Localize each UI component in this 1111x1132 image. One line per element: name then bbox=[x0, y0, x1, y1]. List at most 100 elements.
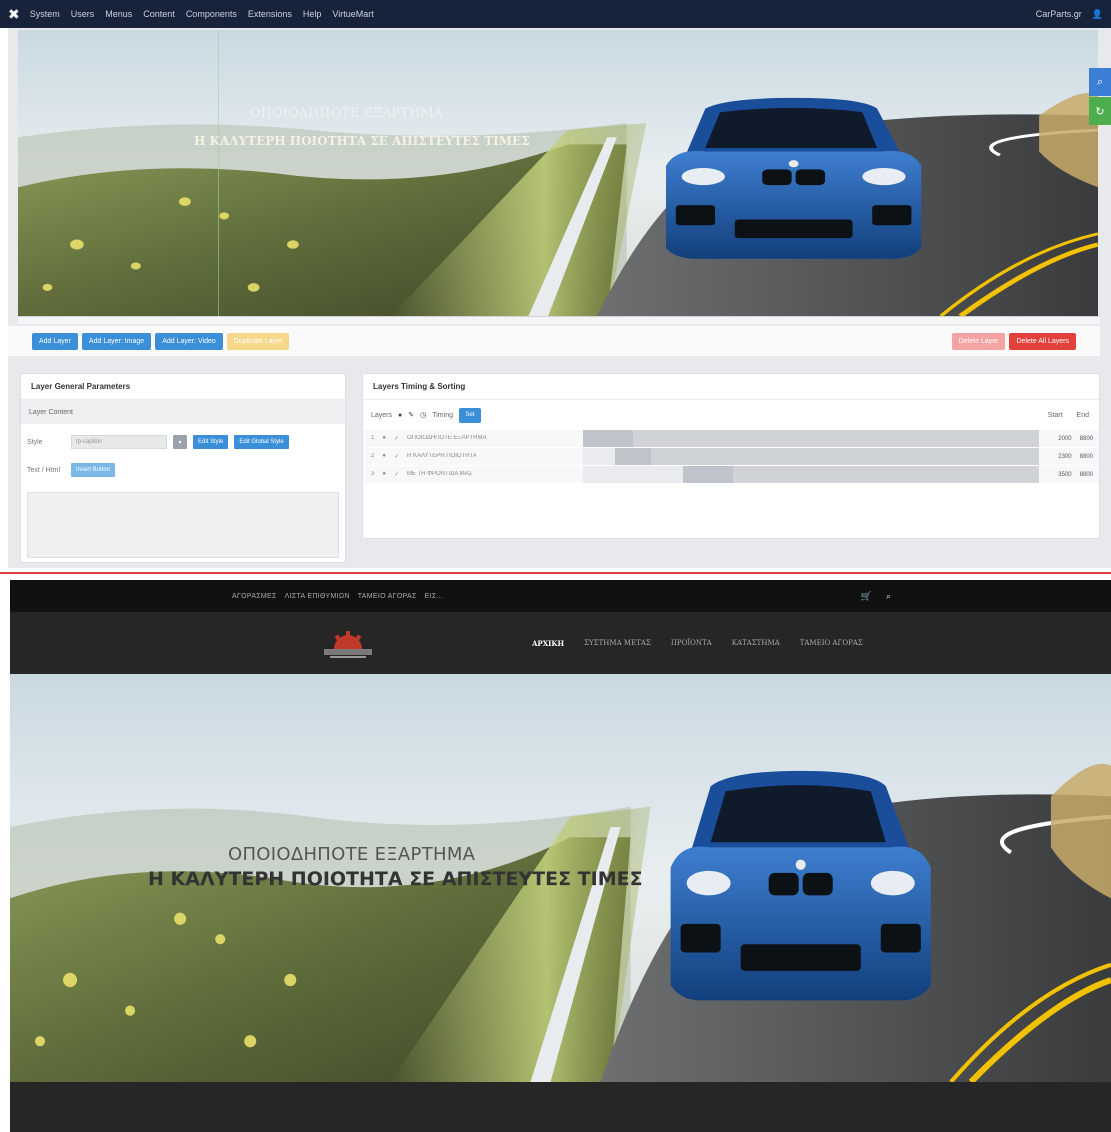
timer-icon[interactable]: ◷ bbox=[420, 411, 426, 419]
sort-label: Layers bbox=[371, 411, 393, 419]
style-input[interactable]: tp-caption bbox=[71, 435, 167, 449]
menu-help[interactable]: Help bbox=[303, 9, 322, 19]
guide-line bbox=[218, 30, 219, 316]
edit-style-button[interactable]: Edit Style bbox=[193, 435, 229, 449]
slide-editor: ΟΠΟΙΟΔΗΠΟΤΕ ΕΞΑΡΤΗΜΑ Η ΚΑΛΥΤΕΡΗ ΠΟΙΟΤΗΤΑ… bbox=[8, 28, 1111, 568]
add-layer-image-button[interactable]: Add Layer: Image bbox=[81, 332, 152, 350]
add-layer-button[interactable]: Add Layer bbox=[32, 332, 78, 350]
layer-rows: 1 ● ✓ ΟΠΟΙΟΔΗΠΟΤΕ ΕΞΑΡΤΗΜΑ 2000 8800 2 ● ✓ Η ΚΑΛΥ… bbox=[363, 430, 1099, 483]
layer-eye-icon[interactable]: ● bbox=[382, 453, 386, 460]
slide-layer-1[interactable]: ΟΠΟΙΟΔΗΠΟΤΕ ΕΞΑΡΤΗΜΑ bbox=[250, 106, 443, 121]
delete-layer-button[interactable]: Delete Layer bbox=[951, 332, 1006, 350]
search-icon[interactable]: ⌕ bbox=[886, 591, 891, 602]
slide-canvas[interactable]: ΟΠΟΙΟΔΗΠΟΤΕ ΕΞΑΡΤΗΜΑ Η ΚΑΛΥΤΕΡΗ ΠΟΙΟΤΗΤΑ… bbox=[18, 30, 1098, 316]
nav-products[interactable]: ΠΡΟΪΟΝΤΑ bbox=[671, 639, 712, 648]
edit-global-style-button[interactable]: Edit Global Style bbox=[234, 435, 289, 449]
set-time-button[interactable]: Set bbox=[458, 407, 481, 423]
footer-band bbox=[10, 1082, 1111, 1132]
layer-timeline-bar[interactable] bbox=[614, 448, 1039, 465]
top-link-checkout[interactable]: ΤΑΜΕΙΟ ΑΓΟΡΑΣ bbox=[358, 593, 417, 600]
nav-home[interactable]: ΑΡΧΙΚΗ bbox=[532, 639, 564, 648]
gear-logo-icon bbox=[324, 631, 372, 658]
eye-icon[interactable]: ● bbox=[398, 412, 402, 419]
top-link-login[interactable]: ΕΙΣ... bbox=[425, 593, 444, 600]
menu-virtuemart[interactable]: VirtueMart bbox=[332, 9, 373, 19]
layer-number: 2 bbox=[371, 453, 375, 459]
slide-ruler bbox=[18, 316, 1100, 324]
timing-title: Layers Timing & Sorting bbox=[363, 374, 1099, 400]
lock-icon[interactable]: ✎ bbox=[408, 411, 414, 419]
end-header: End bbox=[1076, 411, 1089, 419]
layer-text-area[interactable] bbox=[27, 492, 339, 558]
layer-lock-icon[interactable]: ✓ bbox=[394, 435, 399, 442]
layer-number: 1 bbox=[371, 435, 375, 441]
layer-start[interactable]: 2300 bbox=[1058, 454, 1071, 460]
layer-start[interactable]: 3500 bbox=[1058, 472, 1071, 478]
menu-content[interactable]: Content bbox=[143, 9, 175, 19]
slide-background-image bbox=[18, 30, 1098, 316]
layer-timeline-track[interactable] bbox=[583, 448, 1039, 465]
layer-timeline-in bbox=[683, 466, 734, 483]
delete-all-layers-button[interactable]: Delete All Layers bbox=[1009, 332, 1076, 350]
side-tools: ⌕ ↻ bbox=[1089, 68, 1111, 126]
top-strip: ΑΓΟΡΑΣΜΕΣ ΛΙΣΤΑ ΕΠΙΘΥΜΙΩΝ ΤΑΜΕΙΟ ΑΓΟΡΑΣ … bbox=[10, 580, 1111, 612]
add-layer-video-button[interactable]: Add Layer: Video bbox=[155, 332, 223, 350]
top-link-orders[interactable]: ΑΓΟΡΑΣΜΕΣ bbox=[232, 593, 277, 600]
menu-system[interactable]: System bbox=[30, 9, 60, 19]
hero-line-1: ΟΠΟΙΟΔΗΠΟΤΕ ΕΞΑΡΤΗΜΑ bbox=[228, 844, 476, 865]
layer-lock-icon[interactable]: ✓ bbox=[394, 471, 399, 478]
layer-row[interactable]: 1 ● ✓ ΟΠΟΙΟΔΗΠΟΤΕ ΕΞΑΡΤΗΜΑ 2000 8800 bbox=[363, 430, 1099, 447]
refresh-icon[interactable]: ↻ bbox=[1089, 97, 1111, 125]
layer-eye-icon[interactable]: ● bbox=[382, 471, 386, 478]
main-nav: ΑΡΧΙΚΗ ΣΥΣΤΗΜΑ ΜΕΤΑΣ ΠΡΟΪΟΝΤΑ ΚΑΤΑΣΤΗΜΑ … bbox=[10, 612, 1111, 674]
style-label: Style bbox=[27, 438, 43, 446]
menu-users[interactable]: Users bbox=[71, 9, 95, 19]
nav-checkout[interactable]: ΤΑΜΕΙΟ ΑΓΟΡΑΣ bbox=[800, 639, 863, 648]
layer-number: 3 bbox=[371, 471, 375, 477]
menu-extensions[interactable]: Extensions bbox=[248, 9, 292, 19]
layer-end[interactable]: 8800 bbox=[1080, 436, 1093, 442]
insert-button-button[interactable]: Insert Button bbox=[71, 463, 116, 477]
menu-components[interactable]: Components bbox=[186, 9, 237, 19]
layer-lock-icon[interactable]: ✓ bbox=[394, 453, 399, 460]
layer-timeline-bar[interactable] bbox=[583, 430, 1039, 447]
menu-menus[interactable]: Menus bbox=[105, 9, 132, 19]
hero-slider[interactable]: ΟΠΟΙΟΔΗΠΟΤΕ ΕΞΑΡΤΗΜΑ Η ΚΑΛΥΤΕΡΗ ΠΟΙΟΤΗΤΑ… bbox=[10, 674, 1111, 1082]
layer-timeline-in bbox=[614, 448, 652, 465]
zoom-icon[interactable]: ⌕ bbox=[1089, 68, 1111, 96]
start-header: Start bbox=[1047, 411, 1063, 419]
style-dropdown-icon[interactable]: ▾ bbox=[173, 435, 187, 449]
text-html-label: Text / Html bbox=[27, 466, 61, 474]
layer-timeline-track[interactable] bbox=[583, 466, 1039, 483]
layer-timeline-track[interactable] bbox=[583, 430, 1039, 447]
nav-system[interactable]: ΣΥΣΤΗΜΑ ΜΕΤΑΣ bbox=[584, 639, 651, 648]
hero-line-2: Η ΚΑΛΥΤΕΡΗ ΠΟΙΟΤΗΤΑ ΣΕ ΑΠΙΣΤΕΥΤΕΣ ΤΙΜΕΣ bbox=[148, 868, 643, 890]
layer-timeline-in bbox=[583, 430, 634, 447]
layer-eye-icon[interactable]: ● bbox=[382, 435, 386, 442]
divider bbox=[0, 572, 1111, 574]
layer-name: ΜΕ ΤΗ ΦΡΟΝΤΙΔΑ ΜΑΣ bbox=[407, 471, 473, 477]
admin-right-controls: CarParts.gr 👤 bbox=[1036, 9, 1103, 20]
layer-timeline-bar[interactable] bbox=[683, 466, 1039, 483]
layer-row[interactable]: 3 ● ✓ ΜΕ ΤΗ ΦΡΟΝΤΙΔΑ ΜΑΣ 3500 8800 bbox=[363, 466, 1099, 483]
frontend-preview: ΑΓΟΡΑΣΜΕΣ ΛΙΣΤΑ ΕΠΙΘΥΜΙΩΝ ΤΑΜΕΙΟ ΑΓΟΡΑΣ … bbox=[10, 580, 1111, 1132]
site-logo[interactable] bbox=[316, 623, 380, 663]
layer-toolbar: Add Layer Add Layer: Image Add Layer: Vi… bbox=[8, 326, 1100, 356]
layer-start[interactable]: 2000 bbox=[1058, 436, 1071, 442]
cart-icon[interactable]: 🛒 bbox=[861, 591, 872, 602]
duplicate-layer-button[interactable]: Duplicate Layer bbox=[226, 332, 290, 350]
nav-shop[interactable]: ΚΑΤΑΣΤΗΜΑ bbox=[732, 639, 780, 648]
admin-menu: System Users Menus Content Components Ex… bbox=[30, 9, 374, 19]
tab-layer-content[interactable]: Layer Content bbox=[21, 400, 345, 424]
joomla-logo-icon[interactable]: ✖ bbox=[8, 6, 20, 23]
layer-end[interactable]: 8800 bbox=[1080, 472, 1093, 478]
layer-name: Η ΚΑΛΥΤΕΡΗ ΠΟΙΟΤΗΤΑ bbox=[407, 453, 477, 459]
layer-end[interactable]: 8800 bbox=[1080, 454, 1093, 460]
top-link-wishlist[interactable]: ΛΙΣΤΑ ΕΠΙΘΥΜΙΩΝ bbox=[285, 593, 350, 600]
layer-row[interactable]: 2 ● ✓ Η ΚΑΛΥΤΕΡΗ ΠΟΙΟΤΗΤΑ 2300 8800 bbox=[363, 448, 1099, 465]
site-link[interactable]: CarParts.gr bbox=[1036, 9, 1082, 19]
layer-params-panel: Layer General Parameters Layer Content S… bbox=[20, 373, 346, 563]
user-icon[interactable]: 👤 bbox=[1092, 9, 1103, 20]
layer-name: ΟΠΟΙΟΔΗΠΟΤΕ ΕΞΑΡΤΗΜΑ bbox=[407, 435, 487, 441]
slide-layer-2[interactable]: Η ΚΑΛΥΤΕΡΗ ΠΟΙΟΤΗΤΑ ΣΕ ΑΠΙΣΤΕΥΤΕΣ ΤΙΜΕΣ bbox=[194, 134, 530, 148]
